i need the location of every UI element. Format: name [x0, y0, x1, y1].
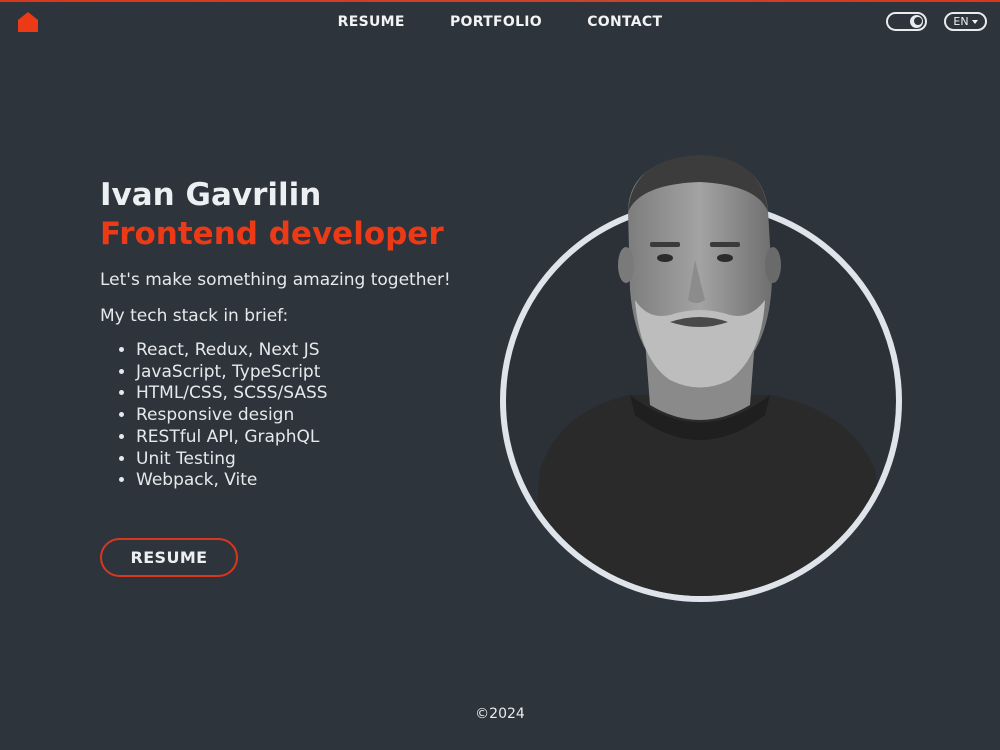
language-select[interactable]: EN [944, 12, 987, 31]
portrait-illustration [530, 155, 892, 596]
tagline: Let's make something amazing together! [100, 270, 451, 290]
chevron-down-icon [971, 20, 978, 24]
list-item: RESTful API, GraphQL [136, 427, 500, 449]
person-name: Ivan Gavrilin [100, 177, 322, 213]
list-item: JavaScript, TypeScript [136, 362, 500, 384]
job-title: Frontend developer [100, 216, 444, 252]
list-item: HTML/CSS, SCSS/SASS [136, 383, 500, 405]
site-header: RESUME PORTFOLIO CONTACT EN [0, 2, 1000, 46]
moon-icon [910, 15, 923, 28]
list-item: Unit Testing [136, 449, 500, 471]
resume-button[interactable]: RESUME [100, 538, 238, 577]
theme-toggle[interactable] [886, 12, 927, 31]
list-item: Webpack, Vite [136, 470, 500, 492]
footer-copyright: ©2024 [475, 706, 525, 722]
tech-stack-list: React, Redux, Next JS JavaScript, TypeSc… [100, 340, 500, 492]
nav-portfolio[interactable]: PORTFOLIO [450, 14, 542, 30]
nav-contact[interactable]: CONTACT [587, 14, 662, 30]
language-label: EN [953, 15, 969, 28]
profile-photo [500, 150, 905, 602]
list-item: Responsive design [136, 405, 500, 427]
hero-section: Ivan Gavrilin Frontend developer Let's m… [100, 176, 500, 492]
nav-resume[interactable]: RESUME [338, 14, 405, 30]
list-item: React, Redux, Next JS [136, 340, 500, 362]
main-nav: RESUME PORTFOLIO CONTACT [0, 14, 1000, 30]
tech-stack-title: My tech stack in brief: [100, 306, 289, 326]
